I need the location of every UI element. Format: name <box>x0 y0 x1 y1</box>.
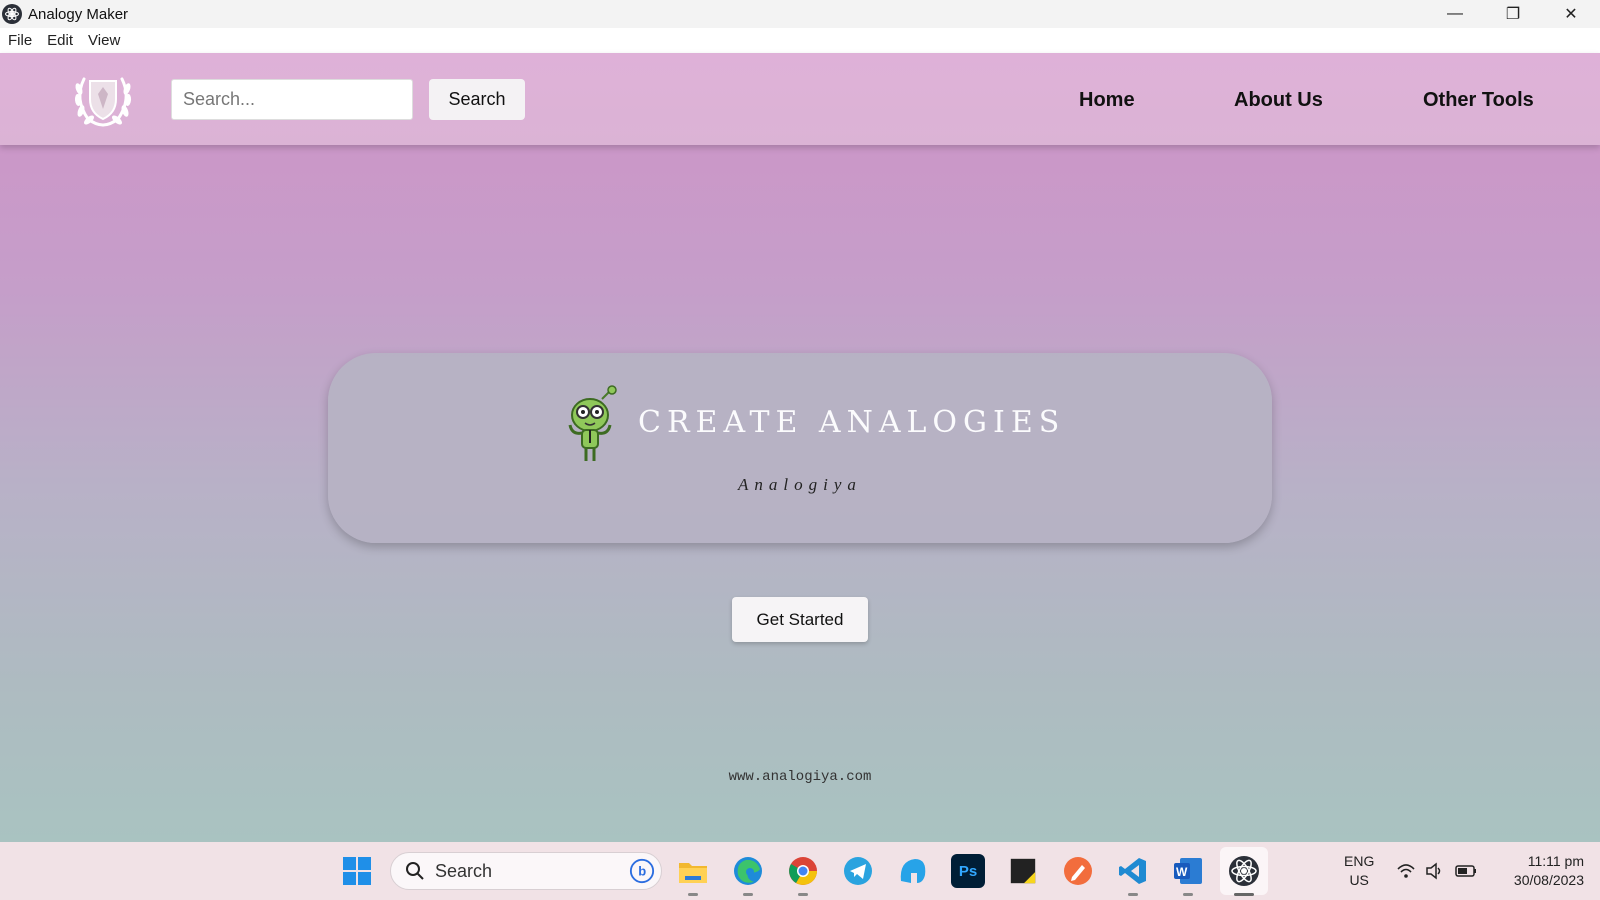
edge-icon[interactable] <box>731 854 765 888</box>
search-button[interactable]: Search <box>429 79 525 120</box>
window-title: Analogy Maker <box>28 5 129 23</box>
windows-start-icon[interactable] <box>340 854 374 888</box>
app-content: Search Home About Us Other Tools <box>0 53 1600 842</box>
bing-icon[interactable]: b <box>629 858 655 884</box>
taskbar: Search b Ps W ENG US 11:11 pm 30/08/2023 <box>0 842 1600 900</box>
svg-text:W: W <box>1176 865 1188 879</box>
hero-subtitle: Analogiya <box>738 475 862 494</box>
close-button[interactable]: ✕ <box>1542 0 1600 28</box>
svg-text:b: b <box>638 864 646 879</box>
title-bar: Analogy Maker — ❐ ✕ <box>0 0 1600 28</box>
menu-bar: File Edit View <box>0 28 1600 53</box>
restore-button[interactable]: ❐ <box>1484 0 1542 28</box>
app-icon <box>2 4 22 24</box>
analogy-maker-taskbar-icon[interactable] <box>1227 854 1261 888</box>
clock[interactable]: 11:11 pm 30/08/2023 <box>1490 852 1584 890</box>
menu-file[interactable]: File <box>8 32 32 49</box>
taskbar-search-label: Search <box>435 860 493 881</box>
sticky-notes-icon[interactable] <box>1006 854 1040 888</box>
word-icon[interactable]: W <box>1171 854 1205 888</box>
laurel-shield-logo-icon[interactable] <box>70 67 136 129</box>
vscode-icon[interactable] <box>1116 854 1150 888</box>
nav-other-tools[interactable]: Other Tools <box>1423 89 1534 112</box>
file-explorer-icon[interactable] <box>676 854 710 888</box>
taskbar-search[interactable]: Search b <box>390 852 662 890</box>
bluebird-icon[interactable] <box>896 854 930 888</box>
hero-card: CREATE ANALOGIES Analogiya <box>328 353 1272 543</box>
hero-title: CREATE ANALOGIES <box>638 405 1066 440</box>
telegram-icon[interactable] <box>841 854 875 888</box>
battery-icon[interactable] <box>1454 861 1478 886</box>
search-icon <box>406 862 424 880</box>
get-started-button[interactable]: Get Started <box>732 597 868 642</box>
menu-view[interactable]: View <box>88 32 120 49</box>
minimize-button[interactable]: — <box>1426 0 1484 28</box>
language-indicator[interactable]: ENG US <box>1344 852 1374 890</box>
pen-app-icon[interactable] <box>1061 854 1095 888</box>
nav-about-us[interactable]: About Us <box>1234 89 1323 112</box>
footer-url: www.analogiya.com <box>728 769 872 785</box>
volume-icon[interactable] <box>1424 861 1444 886</box>
wifi-icon[interactable] <box>1396 861 1416 886</box>
navbar: Search Home About Us Other Tools <box>0 53 1600 145</box>
photoshop-icon[interactable]: Ps <box>951 854 985 888</box>
search-input[interactable] <box>171 79 413 120</box>
mascot-icon <box>564 385 624 465</box>
chrome-icon[interactable] <box>786 854 820 888</box>
nav-home[interactable]: Home <box>1079 89 1135 112</box>
menu-edit[interactable]: Edit <box>47 32 73 49</box>
